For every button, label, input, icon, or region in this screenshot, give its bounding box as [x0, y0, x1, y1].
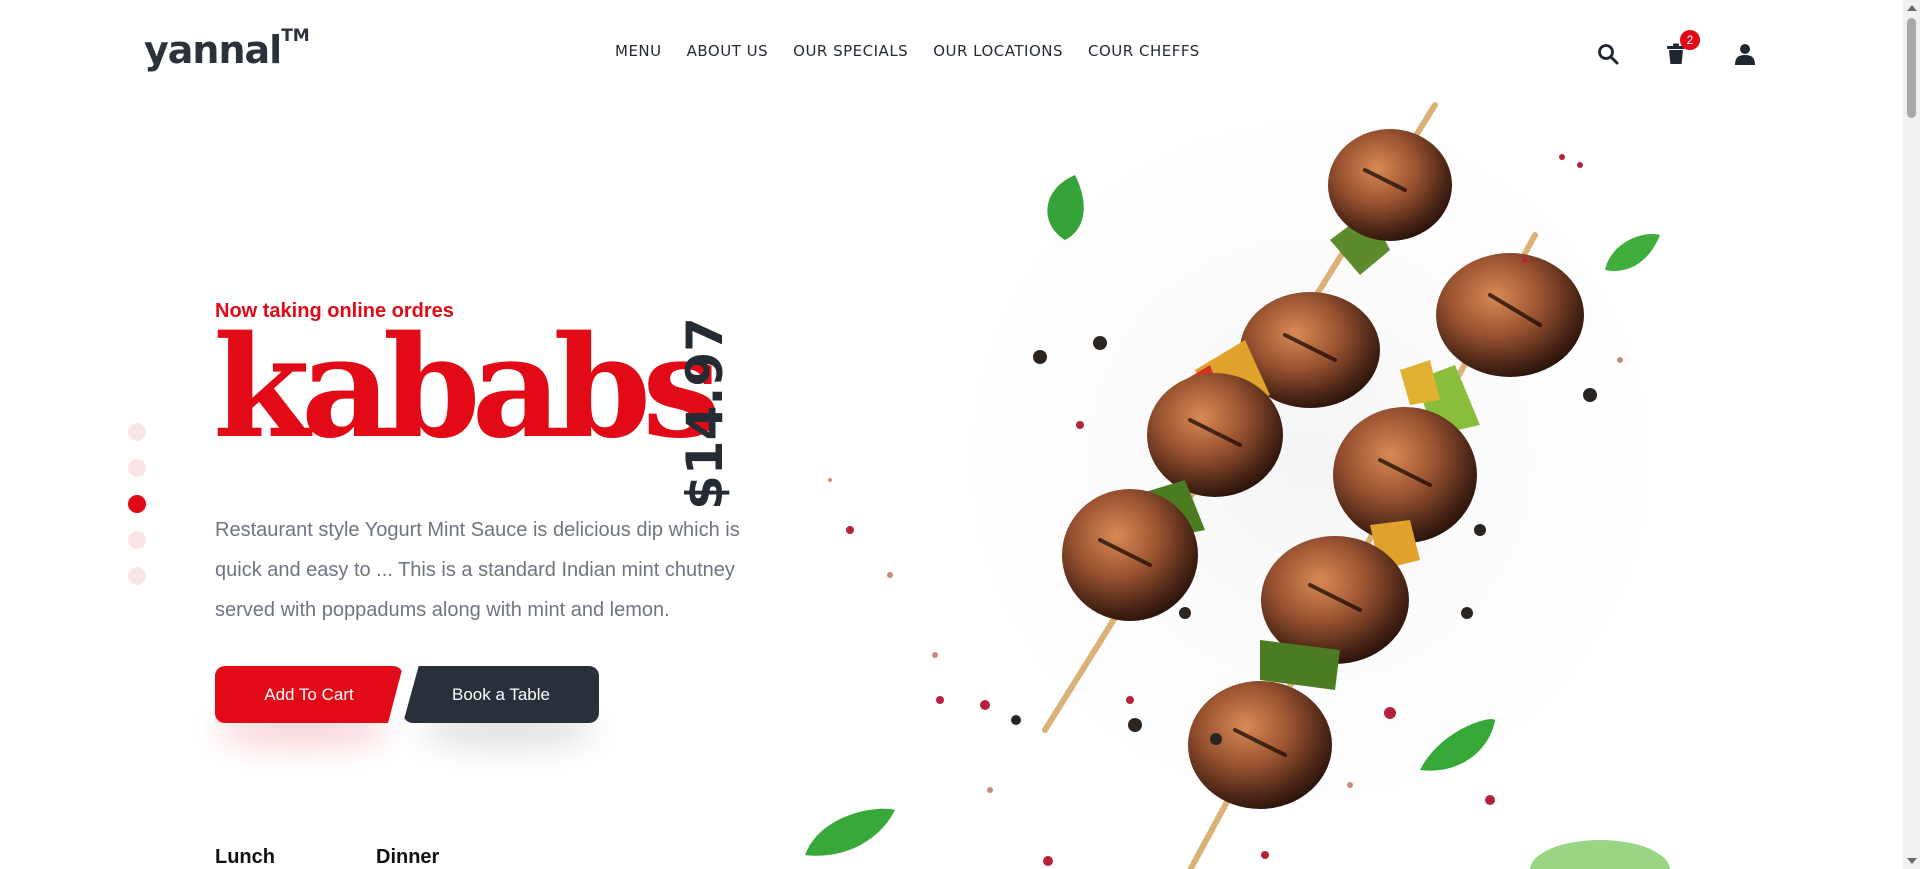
nav-item-menu[interactable]: MENU: [615, 42, 662, 60]
scroll-down-arrow-icon[interactable]: [1907, 858, 1917, 864]
slider-dots: [128, 423, 146, 585]
nav-item-about-us[interactable]: ABOUT US: [687, 42, 769, 60]
lunch-heading: Lunch: [215, 846, 275, 868]
dinner-heading: Dinner: [376, 846, 440, 868]
slider-dot-active[interactable]: [128, 495, 146, 513]
nav-item-our-locations[interactable]: OUR LOCATIONS: [933, 42, 1063, 60]
main-nav: MENU ABOUT US OUR SPECIALS OUR LOCATIONS…: [615, 42, 1200, 60]
hero-price: $14.97: [676, 317, 734, 510]
cart-button[interactable]: 2: [1664, 30, 1700, 66]
slider-dot[interactable]: [128, 567, 146, 585]
kebab-skewers-image: [805, 80, 1710, 869]
user-icon: [1735, 44, 1755, 65]
search-icon: [1598, 44, 1619, 65]
page-scrollbar[interactable]: [1903, 0, 1920, 869]
brand-name: yannal: [144, 28, 282, 72]
book-table-button[interactable]: Book a Table: [403, 666, 599, 723]
cart-count-badge: 2: [1680, 30, 1700, 50]
scroll-thumb[interactable]: [1907, 18, 1916, 118]
scroll-up-arrow-icon[interactable]: [1907, 5, 1917, 11]
slider-dot[interactable]: [128, 423, 146, 441]
slider-dot[interactable]: [128, 531, 146, 549]
search-button[interactable]: [1596, 42, 1620, 66]
hero-description: Restaurant style Yogurt Mint Sauce is de…: [215, 519, 740, 621]
account-button[interactable]: [1733, 42, 1757, 66]
nav-item-our-specials[interactable]: OUR SPECIALS: [793, 42, 908, 60]
brand-logo[interactable]: yannalTM: [144, 26, 310, 72]
hero-title: kababs: [213, 306, 721, 470]
nav-item-our-chefs[interactable]: COUR CHEFFS: [1088, 42, 1200, 60]
slider-dot[interactable]: [128, 459, 146, 477]
trademark-mark: TM: [281, 26, 310, 47]
add-to-cart-button[interactable]: Add To Cart: [215, 666, 403, 723]
